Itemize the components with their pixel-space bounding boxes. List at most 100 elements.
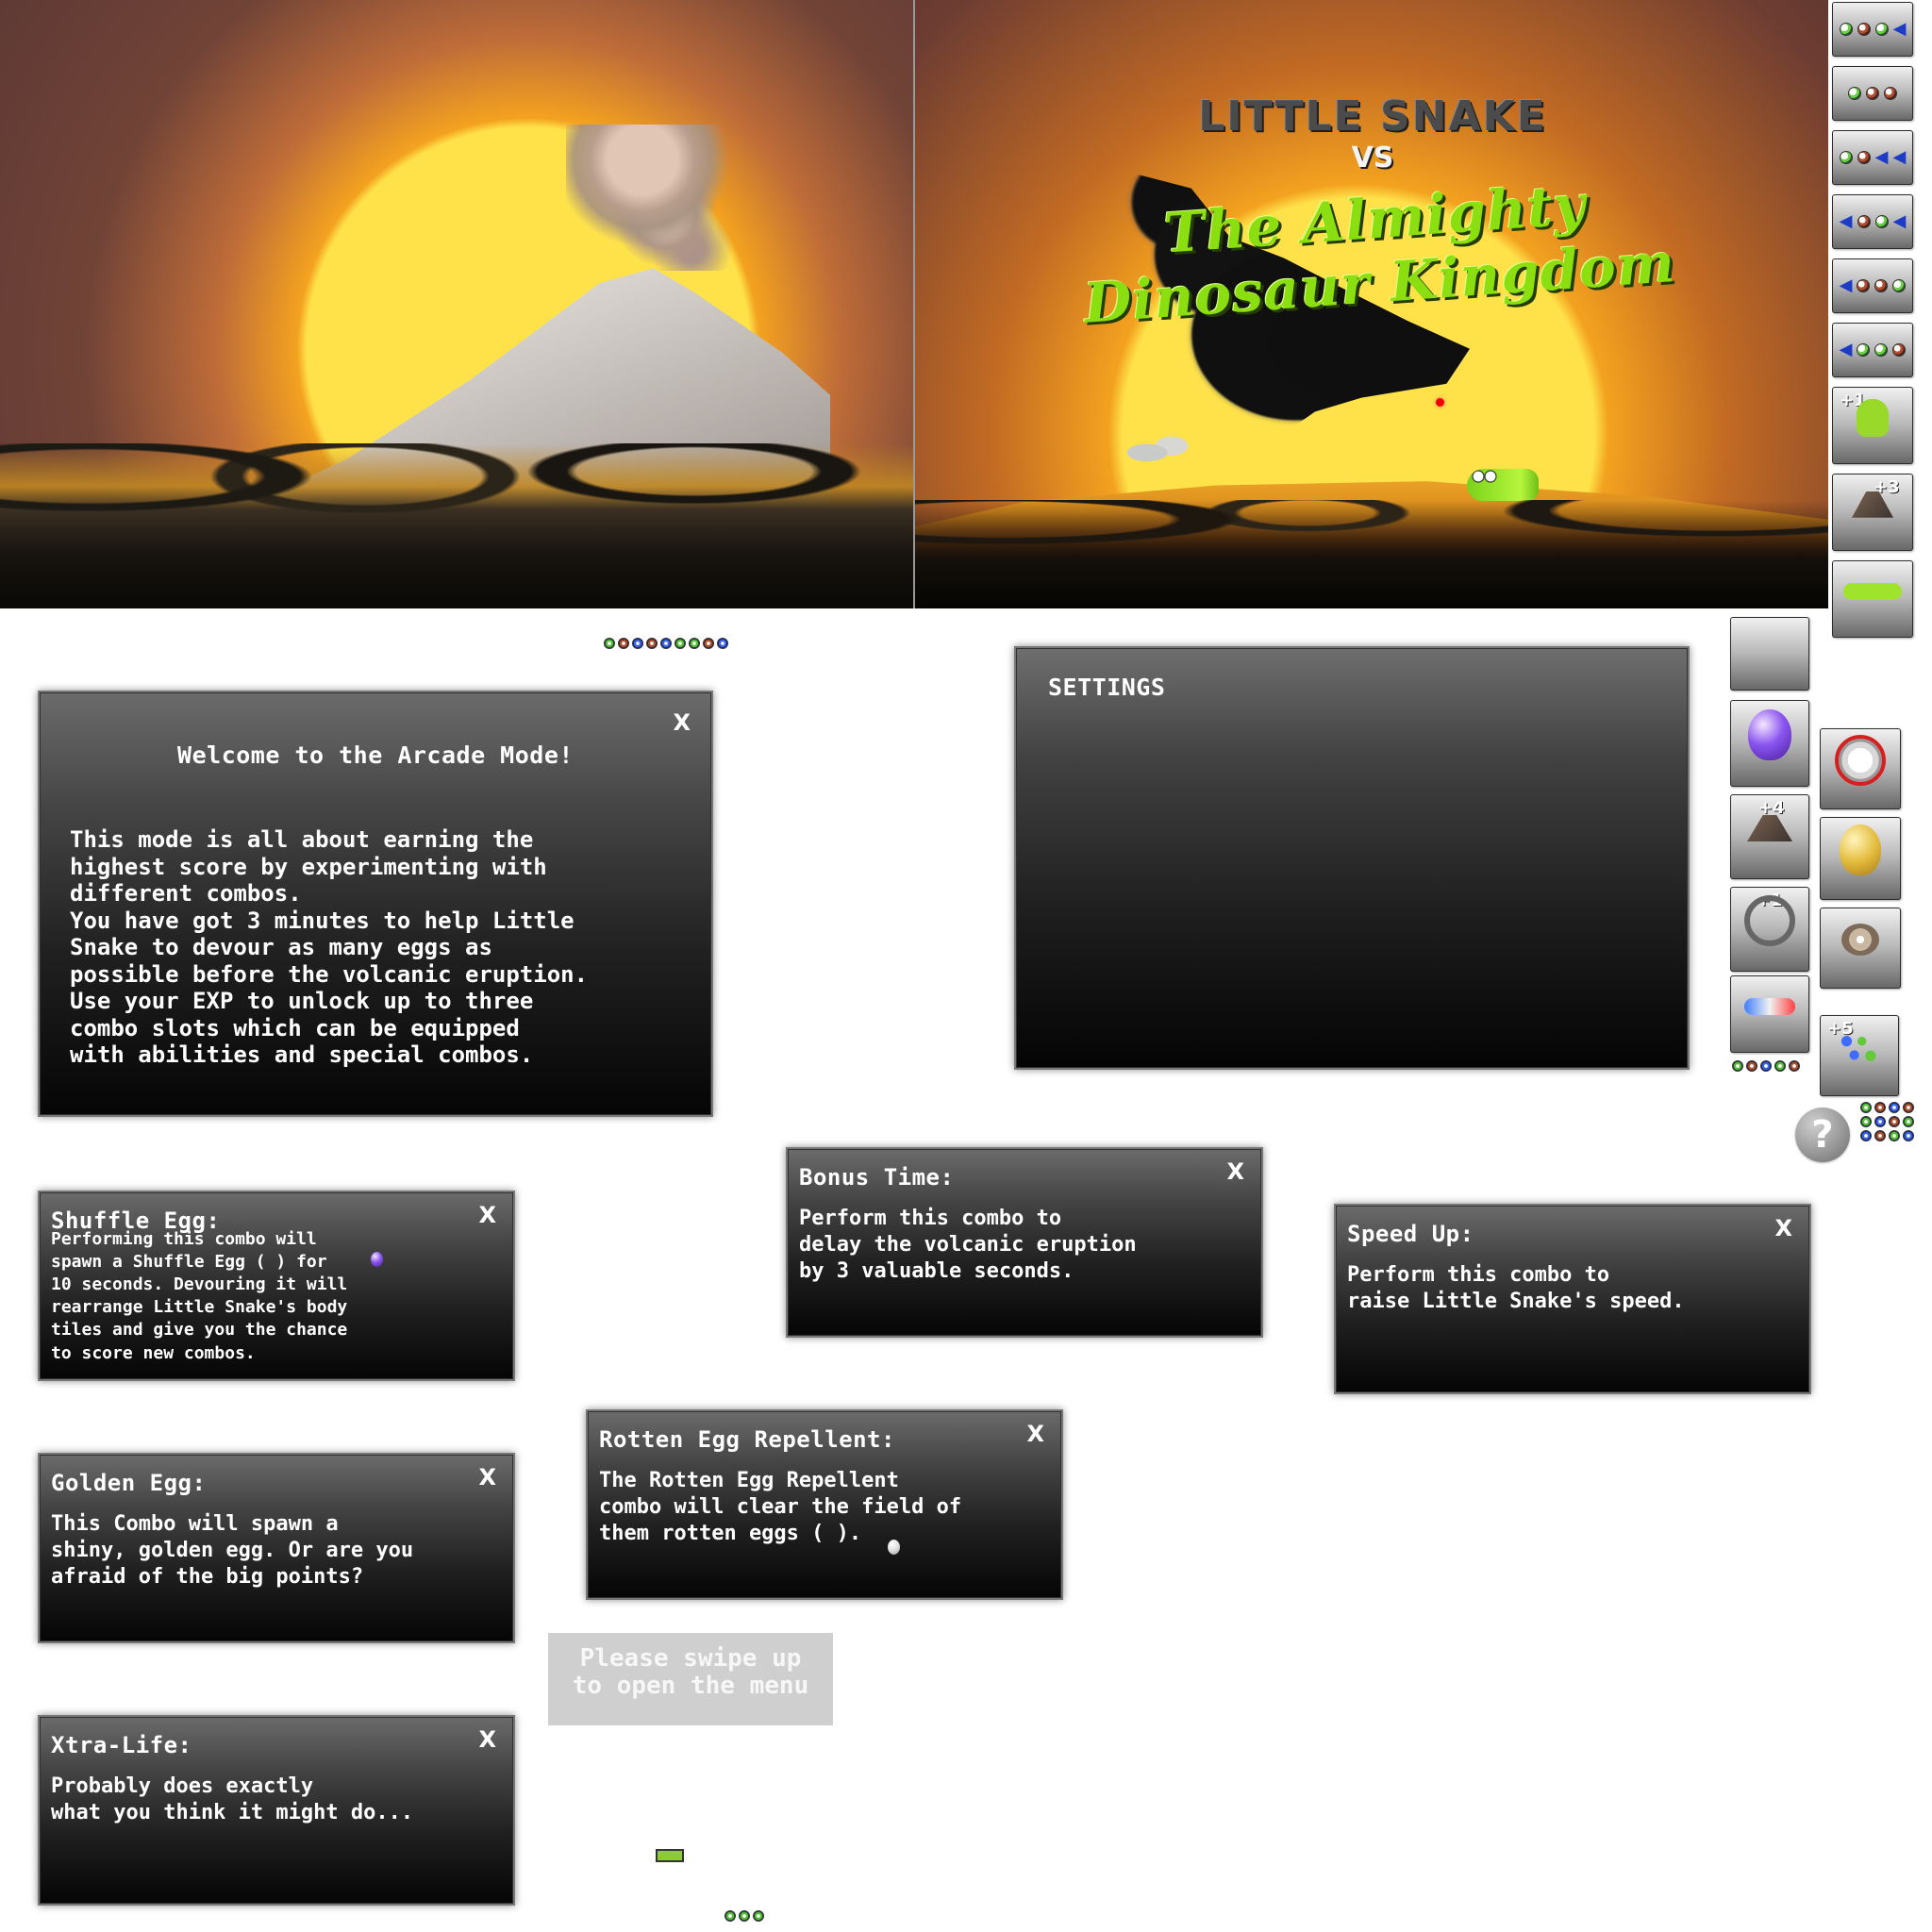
green-egg-icon	[1860, 1116, 1872, 1127]
brown-egg-icon	[1857, 23, 1871, 36]
speed-up-dialog: X Speed Up: Perform this combo to raise …	[1334, 1204, 1811, 1394]
game-title-main: LITTLE SNAKE	[1198, 92, 1547, 141]
green-egg-icon	[1889, 1130, 1900, 1141]
combo-icon-5[interactable]: ◀	[1832, 258, 1913, 313]
xtra-life-icon[interactable]: +1	[1832, 387, 1913, 464]
welcome-title: Welcome to the Arcade Mode!	[177, 741, 574, 769]
arrow-icon: ◀	[1839, 275, 1853, 295]
combo-icon-2[interactable]	[1832, 66, 1913, 121]
bonus-time-dialog: X Bonus Time: Perform this combo to dela…	[786, 1147, 1263, 1338]
fast-snake-icon	[1843, 582, 1902, 600]
arrow-icon: ◀	[1892, 19, 1907, 39]
brown-egg-icon	[1903, 1102, 1914, 1113]
combo-icon-4[interactable]: ◀ ◀	[1832, 194, 1913, 249]
brown-egg-icon	[1857, 279, 1871, 292]
combo-sidebar: ◀ ◀ ◀ ◀ ◀ ◀ ◀ +1 +3	[1832, 2, 1926, 851]
grass-foreground-right	[915, 500, 1828, 608]
blue-egg-icon	[1889, 1102, 1900, 1113]
xtra-life-dialog: X Xtra-Life: Probably does exactly what …	[38, 1715, 515, 1906]
green-egg-icon	[753, 1910, 764, 1922]
welcome-body: This mode is all about earning the highe…	[70, 826, 589, 1069]
close-icon[interactable]: X	[478, 1728, 496, 1751]
brown-egg-icon	[703, 638, 714, 649]
volcano-smoke	[566, 125, 736, 271]
snail-shell-icon	[1841, 924, 1879, 957]
golden-egg-body: This Combo will spawn a shiny, golden eg…	[51, 1512, 414, 1590]
bottom-egg-preview	[724, 1910, 764, 1922]
combo-icon-1[interactable]: ◀	[1832, 2, 1913, 57]
green-egg-icon	[1874, 343, 1889, 357]
background-eggs	[1123, 423, 1217, 475]
brown-egg-icon	[1874, 279, 1889, 292]
rotten-egg-inline-icon	[888, 1540, 900, 1555]
welcome-dialog: X Welcome to the Arcade Mode! This mode …	[38, 691, 713, 1117]
brown-egg-icon	[1889, 1116, 1900, 1127]
blue-egg-icon	[632, 638, 643, 649]
blue-egg-icon	[717, 638, 728, 649]
bonus-time-title: Bonus Time:	[799, 1164, 955, 1191]
brown-egg-icon	[1884, 87, 1897, 100]
combo-icon-6[interactable]: ◀	[1832, 323, 1913, 377]
xtra-life-title: Xtra-Life:	[51, 1732, 192, 1758]
green-egg-icon	[1839, 151, 1853, 164]
arrow-icon: ◀	[1839, 211, 1853, 231]
green-egg-icon	[724, 1910, 736, 1922]
arrow-icon: ◀	[1892, 147, 1907, 167]
rocket-snake-icon	[1744, 997, 1795, 1015]
golden-egg-dialog: X Golden Egg: This Combo will spawn a sh…	[38, 1453, 515, 1643]
green-egg-icon	[1774, 1060, 1786, 1072]
bonus-time-plus-four-icon[interactable]: +4	[1730, 794, 1809, 879]
close-icon[interactable]: X	[478, 1466, 496, 1489]
snake-head-icon	[1857, 398, 1889, 437]
chain-link-icon	[1744, 895, 1795, 946]
rocket-icon[interactable]	[1730, 975, 1809, 1053]
rotten-egg-repellent-title: Rotten Egg Repellent:	[599, 1426, 895, 1453]
shuffle-egg-icon[interactable]	[1730, 700, 1809, 787]
close-icon[interactable]: X	[1226, 1160, 1244, 1183]
plus-five-icon[interactable]: +5	[1820, 1015, 1899, 1096]
brown-egg-icon	[1866, 87, 1879, 100]
game-title-vs: VS	[1351, 142, 1394, 175]
settings-dialog: SETTINGS	[1014, 646, 1690, 1070]
grass-foreground-left	[0, 443, 913, 608]
brown-egg-icon	[1857, 151, 1871, 164]
speed-up-body: Perform this combo to raise Little Snake…	[1347, 1263, 1685, 1314]
little-snake-character	[1467, 469, 1539, 501]
chain-icon[interactable]: +1	[1730, 887, 1809, 972]
green-egg-icon	[604, 638, 615, 649]
green-egg-icon	[1732, 1060, 1743, 1072]
green-egg-icon	[1903, 1116, 1914, 1127]
empty-combo-slot[interactable]	[1730, 617, 1809, 691]
brown-egg-icon	[1746, 1060, 1757, 1072]
blue-egg-icon	[1874, 1116, 1886, 1127]
brown-egg-icon	[1892, 343, 1907, 357]
brown-egg-icon	[1857, 215, 1871, 228]
close-icon[interactable]: X	[1774, 1217, 1792, 1240]
blue-egg-icon	[1860, 1130, 1872, 1141]
rotten-repellent-icon[interactable]	[1820, 728, 1901, 809]
close-icon[interactable]: X	[1026, 1423, 1044, 1445]
golden-egg-icon[interactable]	[1820, 817, 1901, 900]
combo-icon-3[interactable]: ◀ ◀	[1832, 130, 1913, 185]
brown-egg-icon	[618, 638, 629, 649]
green-egg-icon	[675, 638, 686, 649]
arrow-icon: ◀	[1839, 340, 1853, 359]
arrow-icon: ◀	[1874, 147, 1889, 167]
settings-title: SETTINGS	[1048, 674, 1166, 701]
brown-egg-icon	[1874, 1130, 1886, 1141]
close-icon[interactable]: X	[673, 711, 691, 734]
golden-egg-title: Golden Egg:	[51, 1470, 207, 1496]
bonus-time-icon[interactable]: +3	[1832, 474, 1913, 551]
blue-egg-icon	[660, 638, 672, 649]
blue-egg-icon	[1760, 1060, 1772, 1072]
blue-egg-icon	[1903, 1130, 1914, 1141]
shuffle-egg-inline-icon	[371, 1252, 383, 1267]
help-button[interactable]: ?	[1795, 1108, 1850, 1162]
snail-icon[interactable]	[1820, 908, 1901, 989]
speed-up-icon[interactable]	[1832, 560, 1913, 638]
green-egg-icon	[1874, 215, 1889, 228]
golden-egg-shape-icon	[1840, 824, 1881, 876]
no-rotten-egg-icon	[1835, 735, 1886, 787]
combo-preview-strip	[604, 638, 755, 655]
close-icon[interactable]: X	[478, 1204, 496, 1226]
